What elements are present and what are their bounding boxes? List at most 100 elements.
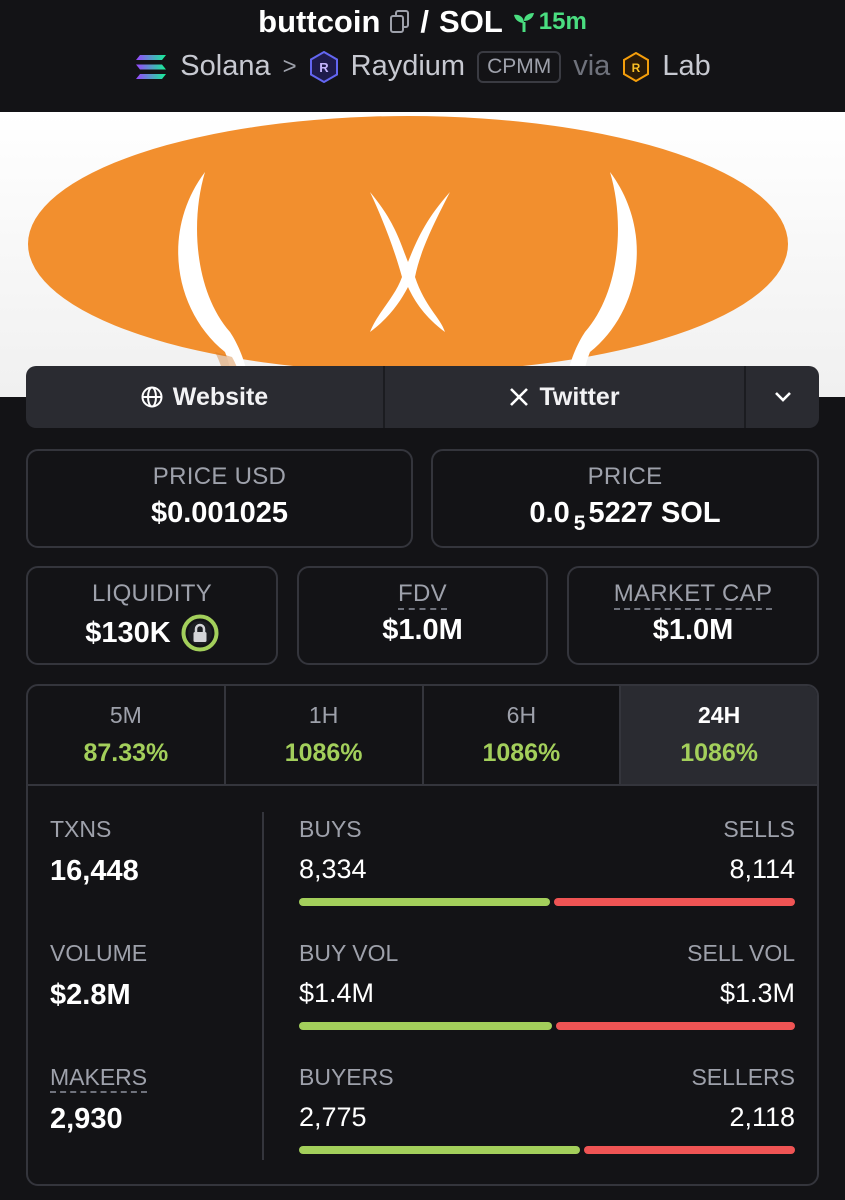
tab-5m[interactable]: 5M 87.33% xyxy=(28,686,226,784)
copy-icon[interactable] xyxy=(390,10,410,34)
globe-icon xyxy=(141,386,163,408)
price-native-zero-count: 5 xyxy=(573,511,586,535)
volume-ratio: BUY VOL SELL VOL $1.4M $1.3M xyxy=(299,940,795,1064)
volume-metric: VOLUME $2.8M xyxy=(50,940,260,1064)
buyers-bar-fill xyxy=(299,1146,581,1154)
buys-bar-fill xyxy=(299,898,551,906)
svg-text:R: R xyxy=(632,61,641,75)
svg-text:R: R xyxy=(319,60,329,75)
market-cap-value: $1.0M xyxy=(652,614,734,646)
liquidity-label: LIQUIDITY xyxy=(91,580,213,607)
buy-vol-label: BUY VOL xyxy=(299,940,399,966)
tab-change: 1086% xyxy=(284,739,363,767)
tab-label: 6H xyxy=(506,702,537,728)
column-divider xyxy=(262,812,264,1160)
buys-value: 8,334 xyxy=(299,854,367,884)
raydium-icon: R xyxy=(309,50,339,83)
tab-change: 1086% xyxy=(482,739,561,767)
via-text: via xyxy=(573,50,611,82)
makers-value: 2,930 xyxy=(50,1103,123,1135)
website-button[interactable]: Website xyxy=(26,366,385,428)
liquidity-value: $130K xyxy=(85,616,171,649)
buys-sells-ratio: BUYS SELLS 8,334 8,114 xyxy=(299,816,795,940)
price-native-digits: 5227 xyxy=(588,497,653,529)
pair-header: buttcoin / SOL 15m Solana > R Raydium CP… xyxy=(0,0,845,112)
tab-1h[interactable]: 1H 1086% xyxy=(226,686,424,784)
volume-label: VOLUME xyxy=(50,940,148,966)
price-native-prefix: 0.0 xyxy=(529,497,570,529)
buys-label: BUYS xyxy=(299,816,362,842)
pool-type-badge: CPMM xyxy=(477,50,562,83)
tab-change: 1086% xyxy=(680,739,759,767)
price-usd-label: PRICE USD xyxy=(152,463,287,490)
sell-vol-value: $1.3M xyxy=(719,978,795,1008)
volume-value: $2.8M xyxy=(50,979,131,1011)
tab-label: 1H xyxy=(308,702,339,728)
txns-label: TXNS xyxy=(50,816,112,842)
price-native-label: PRICE xyxy=(587,463,663,490)
twitter-button[interactable]: Twitter xyxy=(385,366,746,428)
timeframe-stats-panel: 5M 87.33% 1H 1086% 6H 1086% 24H 1086% TX… xyxy=(26,684,819,1186)
price-native-unit: SOL xyxy=(660,497,721,529)
pair-separator: / xyxy=(420,4,430,39)
buy-vol-bar-fill xyxy=(299,1022,552,1030)
buyers-sellers-bar xyxy=(299,1146,795,1154)
buy-vol-value: $1.4M xyxy=(299,978,375,1008)
social-links-bar: Website Twitter xyxy=(26,366,819,428)
x-logo-icon xyxy=(509,387,529,407)
price-native-card: PRICE 0.0 5 5227 SOL xyxy=(431,449,819,548)
volume-bar xyxy=(299,1022,795,1030)
sells-label: SELLS xyxy=(723,816,795,842)
price-usd-card: PRICE USD $0.001025 xyxy=(26,449,413,548)
ratios-column: BUYS SELLS 8,334 8,114 BUY VOL SELL VOL … xyxy=(299,816,795,1184)
makers-label[interactable]: MAKERS xyxy=(50,1064,148,1093)
price-native-value: 0.0 5 5227 SOL xyxy=(433,497,817,535)
tab-6h[interactable]: 6H 1086% xyxy=(424,686,622,784)
chevron-down-icon xyxy=(774,391,792,403)
tab-label: 5M xyxy=(109,702,142,728)
makers-metric: MAKERS 2,930 xyxy=(50,1064,260,1184)
tab-24h[interactable]: 24H 1086% xyxy=(621,686,817,784)
tab-label: 24H xyxy=(698,702,741,728)
market-cap-card: MARKET CAP $1.0M xyxy=(567,566,819,665)
pair-breadcrumb: Solana > R Raydium CPMM via R Lab xyxy=(0,50,845,83)
sellers-value: 2,118 xyxy=(729,1102,795,1132)
fdv-value: $1.0M xyxy=(382,614,463,646)
sells-value: 8,114 xyxy=(729,854,795,884)
chain-name[interactable]: Solana xyxy=(180,50,270,83)
tab-change: 87.33% xyxy=(83,739,169,767)
twitter-label: Twitter xyxy=(539,382,620,411)
txns-metric: TXNS 16,448 xyxy=(50,816,260,940)
pair-title: buttcoin / SOL 15m xyxy=(0,4,845,40)
market-cap-label[interactable]: MARKET CAP xyxy=(613,580,773,610)
website-label: Website xyxy=(172,382,269,411)
launchpad-name[interactable]: Lab xyxy=(662,50,710,83)
timeframe-tabs: 5M 87.33% 1H 1086% 6H 1086% 24H 1086% xyxy=(28,686,817,786)
sellers-bar-fill xyxy=(584,1146,795,1154)
lock-icon[interactable] xyxy=(181,614,219,652)
sell-vol-label: SELL VOL xyxy=(687,940,795,966)
totals-column: TXNS 16,448 VOLUME $2.8M MAKERS 2,930 xyxy=(50,816,260,1184)
fdv-label[interactable]: FDV xyxy=(398,580,447,610)
sells-bar-fill xyxy=(554,898,795,906)
buyers-value: 2,775 xyxy=(299,1102,367,1132)
pair-age: 15m xyxy=(513,8,587,36)
solana-icon xyxy=(134,53,168,81)
fdv-card: FDV $1.0M xyxy=(297,566,548,665)
buyers-label: BUYERS xyxy=(299,1064,394,1090)
sprout-icon xyxy=(513,11,535,33)
liquidity-card: LIQUIDITY $130K xyxy=(26,566,278,665)
buys-sells-bar xyxy=(299,898,795,906)
quote-symbol: SOL xyxy=(439,4,503,39)
age-text: 15m xyxy=(538,8,587,35)
price-usd-value: $0.001025 xyxy=(150,497,289,529)
lab-icon: R xyxy=(622,51,650,82)
token-symbol: buttcoin xyxy=(258,4,381,39)
txns-value: 16,448 xyxy=(50,855,139,887)
liquidity-value-row: $130K xyxy=(28,614,276,652)
dex-name[interactable]: Raydium xyxy=(351,50,465,83)
token-banner-image xyxy=(0,112,845,397)
chevron-right-icon: > xyxy=(282,52,297,80)
sell-vol-bar-fill xyxy=(555,1022,795,1030)
more-links-button[interactable] xyxy=(746,366,819,428)
